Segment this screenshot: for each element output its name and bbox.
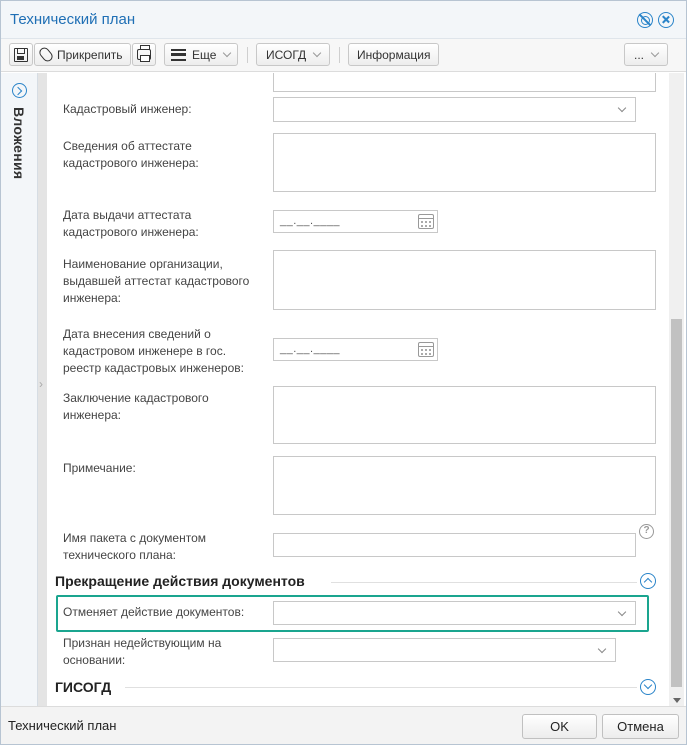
close-icon[interactable] [658, 12, 674, 28]
gisogd-section-title[interactable]: ГИСОГД [55, 679, 111, 695]
scroll-down-icon[interactable] [673, 698, 681, 703]
footer-status: Технический план [8, 718, 117, 733]
paperclip-icon [37, 45, 55, 64]
attach-button[interactable]: Прикрепить [34, 43, 131, 66]
cadastral-engineer-label: Кадастровый инженер: [63, 102, 192, 116]
ok-button[interactable]: OK [522, 714, 597, 739]
expand-panel-icon[interactable] [12, 83, 27, 98]
package-name-label: Имя пакета с документом технического пла… [63, 531, 207, 562]
menu-icon [171, 48, 186, 61]
invalid-basis-select[interactable] [273, 638, 616, 662]
cancels-docs-label: Отменяет действие документов: [63, 605, 245, 619]
invalid-basis-label: Признан недействующим на основании: [63, 636, 222, 667]
cancel-button[interactable]: Отмена [602, 714, 679, 739]
window-title: Технический план [10, 11, 136, 28]
date-mask: __.__.____ [280, 343, 341, 355]
issuing-org-label: Наименование организации, выдавшей аттес… [63, 257, 250, 305]
collapse-section-icon[interactable] [640, 573, 656, 589]
isogd-button[interactable]: ИСОГД [256, 43, 330, 66]
more-button[interactable]: Еще [164, 43, 238, 66]
info-label: Информация [357, 47, 431, 62]
date-mask: __.__.____ [280, 215, 341, 227]
more-label: Еще [192, 47, 217, 62]
chevron-down-icon [617, 103, 627, 113]
termination-section-title[interactable]: Прекращение действия документов [55, 573, 305, 589]
help-icon[interactable]: ? [639, 524, 654, 539]
isogd-label: ИСОГД [266, 47, 307, 62]
expand-section-icon[interactable] [640, 679, 656, 695]
printer-icon [137, 45, 151, 62]
chevron-down-icon [312, 48, 322, 58]
section-divider [331, 582, 637, 583]
chevron-down-icon [223, 48, 232, 58]
note-label: Примечание: [63, 461, 136, 475]
attestat-date-label: Дата выдачи аттестата кадастрового инжен… [63, 208, 199, 239]
toolbar: Прикрепить Еще ИСОГД Информация ... [1, 39, 686, 72]
package-name-input[interactable] [273, 533, 636, 557]
previous-field-input[interactable] [273, 73, 656, 92]
info-button[interactable]: Информация [348, 43, 439, 66]
registry-date-input[interactable]: __.__.____ [273, 338, 438, 361]
calendar-icon[interactable] [418, 342, 434, 357]
form-content: Кадастровый инженер: Сведения об аттеста… [47, 73, 669, 706]
save-icon [14, 47, 28, 62]
attachments-panel: Вложения [1, 73, 38, 706]
section-divider [125, 687, 637, 688]
attestat-info-textarea[interactable] [273, 133, 656, 192]
vertical-scrollbar[interactable] [669, 73, 684, 706]
cadastral-engineer-select[interactable] [273, 97, 636, 122]
toolbar-divider [247, 47, 248, 63]
attestat-date-input[interactable]: __.__.____ [273, 210, 438, 233]
scrollbar-thumb[interactable] [671, 319, 682, 687]
panel-splitter[interactable] [38, 73, 47, 706]
title-bar: Технический план [1, 1, 686, 39]
attach-label: Прикрепить [57, 47, 123, 62]
chevron-down-icon [597, 644, 607, 654]
attestat-info-label: Сведения об аттестате кадастрового инжен… [63, 139, 199, 170]
chevron-down-icon [617, 607, 627, 617]
overflow-label: ... [634, 47, 645, 62]
dialog-footer: Технический план OK Отмена [1, 706, 686, 744]
cancels-docs-select[interactable] [273, 601, 636, 625]
registry-date-label: Дата внесения сведений о кадастровом инж… [63, 327, 244, 375]
issuing-org-textarea[interactable] [273, 250, 656, 310]
unpin-icon[interactable] [637, 12, 653, 28]
print-button[interactable] [132, 43, 156, 66]
overflow-menu-button[interactable]: ... [624, 43, 668, 66]
conclusion-label: Заключение кадастрового инженера: [63, 391, 209, 422]
toolbar-divider [339, 47, 340, 63]
conclusion-textarea[interactable] [273, 386, 656, 444]
save-button[interactable] [9, 43, 33, 66]
technical-plan-dialog: Технический план Прикрепить Еще ИСОГД Ин… [0, 0, 687, 745]
note-textarea[interactable] [273, 456, 656, 515]
calendar-icon[interactable] [418, 214, 434, 229]
chevron-down-icon [650, 48, 660, 58]
attachments-panel-label[interactable]: Вложения [11, 107, 27, 179]
